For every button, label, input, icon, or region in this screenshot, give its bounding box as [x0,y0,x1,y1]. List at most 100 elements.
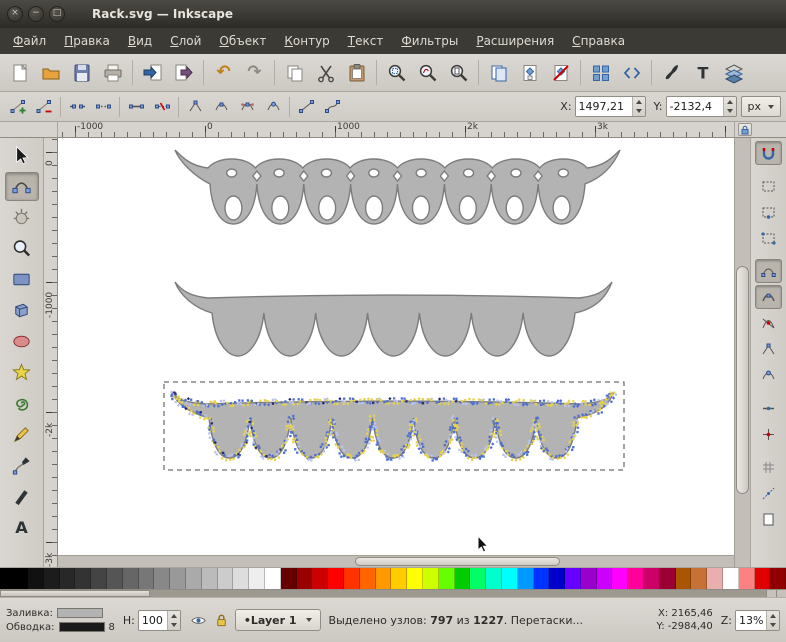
path-node[interactable] [584,403,587,406]
path-node[interactable] [512,455,516,458]
path-node[interactable] [180,401,183,404]
path-node[interactable] [514,459,518,462]
palette-swatch[interactable] [486,568,502,589]
path-node[interactable] [357,458,360,461]
path-node[interactable] [535,429,538,433]
path-node[interactable] [481,399,484,402]
path-node[interactable] [488,398,491,401]
stroke-width-value[interactable]: 8 [109,622,115,633]
path-node[interactable] [449,426,452,429]
path-node[interactable] [175,397,178,400]
palette-swatch[interactable] [422,568,439,589]
path-node[interactable] [219,399,223,403]
path-node[interactable] [420,451,423,454]
path-node[interactable] [515,400,518,403]
path-node[interactable] [580,402,584,405]
path-node[interactable] [372,439,375,442]
path-node[interactable] [237,453,240,456]
path-node[interactable] [532,424,535,427]
path-node[interactable] [337,443,340,446]
path-node[interactable] [573,434,577,437]
fill-stroke-dialog-button[interactable] [656,57,687,88]
path-node[interactable] [529,429,533,433]
path-node[interactable] [348,397,352,400]
menu-filters[interactable]: Фильтры [392,30,467,52]
text-dialog-button[interactable]: Т [687,57,718,88]
path-node[interactable] [184,398,187,402]
path-node[interactable] [171,397,174,401]
path-node[interactable] [401,400,404,403]
palette-swatch[interactable] [644,568,660,589]
path-node[interactable] [265,455,268,458]
palette-swatch[interactable] [675,568,692,589]
path-node[interactable] [509,401,512,404]
palette-swatch[interactable] [738,568,755,589]
palette-swatch[interactable] [754,568,771,589]
path-node[interactable] [300,450,303,453]
path-node[interactable] [370,398,373,401]
snap-smooth-button[interactable] [755,363,782,387]
tool-ellipse[interactable] [5,327,39,356]
y-coord-spinbox[interactable] [665,96,737,117]
path-node[interactable] [387,402,390,405]
create-clone-button[interactable] [514,57,545,88]
path-node[interactable] [433,457,436,460]
path-node[interactable] [274,458,277,461]
path-node[interactable] [487,402,490,405]
path-node[interactable] [233,454,236,457]
path-node[interactable] [421,442,424,445]
path-node[interactable] [351,397,355,400]
path-node[interactable] [366,446,369,449]
path-node[interactable] [542,399,546,402]
path-node[interactable] [479,456,482,459]
break-nodes-button[interactable] [90,95,116,119]
path-node[interactable] [571,448,574,451]
palette-swatch[interactable] [691,568,708,589]
path-node[interactable] [285,424,288,428]
x-coord-spinbox[interactable] [574,96,646,117]
palette-swatch[interactable] [154,568,171,589]
path-node[interactable] [296,451,299,454]
path-node[interactable] [214,401,217,405]
insert-node-button[interactable] [5,95,31,119]
path-node[interactable] [548,453,551,456]
palette-swatch[interactable] [75,568,92,589]
path-node[interactable] [442,397,446,400]
path-node[interactable] [337,446,340,449]
path-node[interactable] [336,402,339,405]
zoom-spin-up[interactable] [767,611,779,621]
path-node[interactable] [208,432,211,435]
path-node[interactable] [343,397,346,400]
path-node[interactable] [490,401,493,404]
palette-swatch[interactable] [533,568,550,589]
path-node[interactable] [539,444,543,448]
path-node[interactable] [192,412,195,415]
path-node[interactable] [386,400,389,403]
path-node[interactable] [232,404,235,407]
path-node[interactable] [292,428,295,431]
path-node[interactable] [257,444,260,447]
path-node[interactable] [455,400,458,403]
tool-zoom[interactable] [5,234,39,263]
path-node[interactable] [363,398,366,401]
path-node[interactable] [409,435,412,438]
path-node[interactable] [427,456,430,459]
menu-object[interactable]: Объект [210,30,275,52]
path-node[interactable] [208,428,211,431]
path-node[interactable] [276,453,279,456]
path-node[interactable] [561,454,564,457]
path-node[interactable] [334,400,338,403]
path-node[interactable] [443,444,446,447]
path-node[interactable] [267,457,270,461]
path-node[interactable] [217,405,220,408]
palette-swatch[interactable] [565,568,581,589]
opacity-spinbox[interactable] [137,609,181,631]
path-node[interactable] [250,399,253,402]
segment-to-line-button[interactable] [293,95,319,119]
path-node[interactable] [454,436,457,439]
join-with-segment-button[interactable] [123,95,149,119]
menu-layer[interactable]: Слой [161,30,210,52]
path-node[interactable] [506,453,510,456]
palette-scroll-right-button[interactable] [776,590,786,597]
path-node[interactable] [576,430,579,434]
